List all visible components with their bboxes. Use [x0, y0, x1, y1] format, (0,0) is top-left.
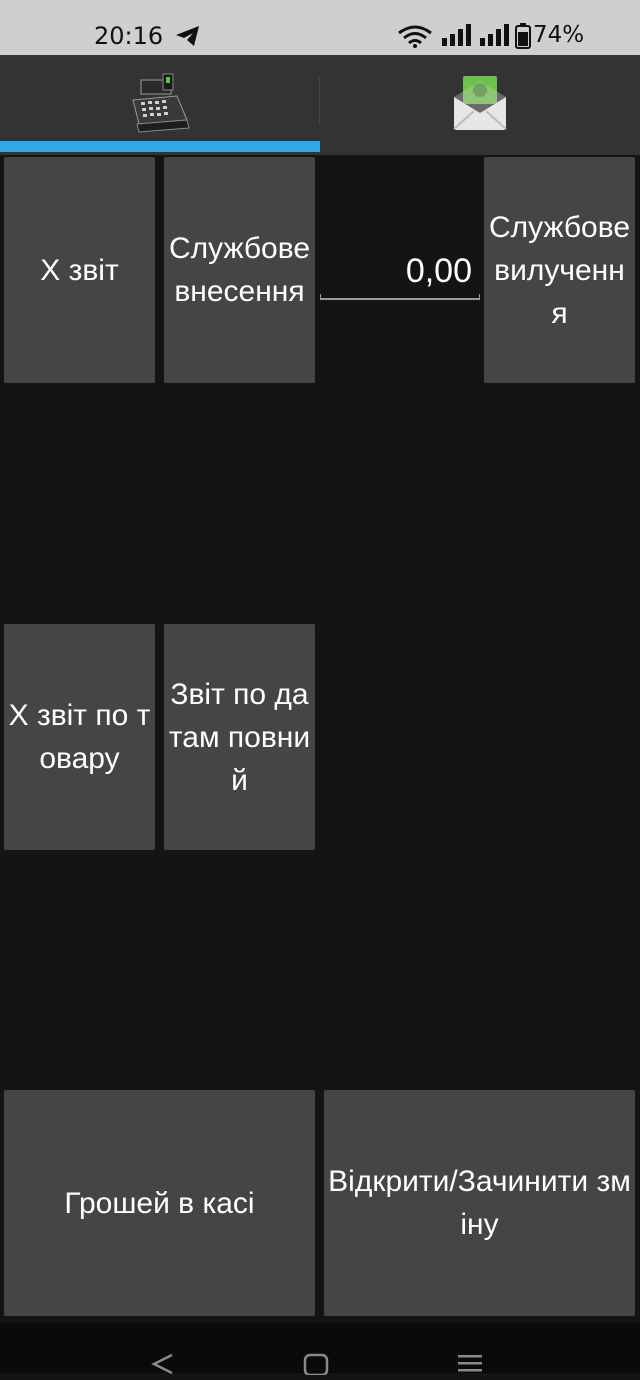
open-close-shift-button[interactable]: Відкрити/Зачинити зміну: [324, 1090, 635, 1316]
back-icon[interactable]: [150, 1353, 176, 1380]
battery-percent: 74%: [533, 22, 585, 48]
x-report-button[interactable]: X звіт: [4, 157, 155, 383]
x-report-goods-button[interactable]: X звіт по товару: [4, 624, 155, 850]
service-withdrawal-label: Службове вилучення: [488, 210, 631, 330]
signal-icon: [441, 24, 471, 53]
telegram-icon: [175, 25, 201, 54]
amount-input[interactable]: 0,00: [320, 240, 480, 300]
status-bar: 20:16 74%: [0, 0, 640, 55]
amount-underline: [320, 294, 480, 300]
service-deposit-button[interactable]: Службове внесення: [164, 157, 315, 383]
cash-register-icon: [127, 70, 193, 141]
x-report-goods-label: X звіт по товару: [8, 699, 151, 775]
signal-icon: [479, 24, 509, 53]
report-by-dates-button[interactable]: Звіт по датам повний: [164, 624, 315, 850]
status-time: 20:16: [94, 22, 164, 50]
tab-bar: [0, 55, 640, 155]
recents-icon[interactable]: [456, 1353, 484, 1378]
tab-cash-register[interactable]: [0, 55, 320, 155]
tab-money[interactable]: [320, 55, 640, 155]
battery-icon: [515, 23, 531, 56]
service-deposit-label: Службове внесення: [168, 232, 311, 308]
tab-selected-indicator: [0, 141, 320, 152]
money-envelope-icon: [450, 73, 510, 138]
wifi-icon: [396, 24, 434, 55]
open-close-shift-label: Відкрити/Зачинити зміну: [328, 1165, 631, 1241]
service-withdrawal-button[interactable]: Службове вилучення: [484, 157, 635, 383]
amount-value: 0,00: [405, 252, 472, 290]
navigation-bar: [0, 1323, 640, 1377]
report-by-dates-label: Звіт по датам повний: [168, 677, 311, 797]
cash-in-register-label: Грошей в касі: [64, 1186, 255, 1220]
home-icon[interactable]: [303, 1353, 329, 1380]
cash-in-register-button[interactable]: Грошей в касі: [4, 1090, 315, 1316]
x-report-label: X звіт: [40, 253, 119, 287]
